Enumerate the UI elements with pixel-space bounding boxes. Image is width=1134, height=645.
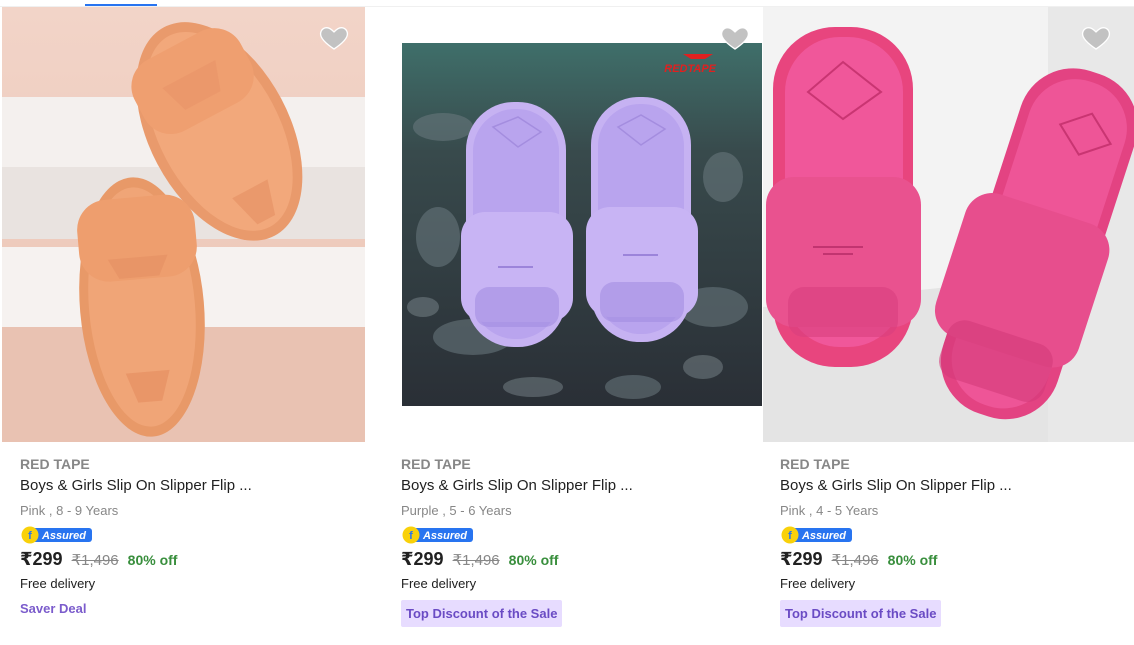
product-variant: Pink , 4 - 5 Years xyxy=(780,503,879,518)
svg-text:Assured: Assured xyxy=(41,530,86,542)
product-image[interactable] xyxy=(763,7,1134,442)
price-row: ₹299 ₹1,496 80% off xyxy=(780,549,1124,570)
selling-price: ₹299 xyxy=(401,549,444,569)
svg-text:Assured: Assured xyxy=(422,530,467,542)
deal-label: Saver Deal xyxy=(20,601,87,616)
delivery-info: Free delivery xyxy=(20,576,96,591)
price-row: ₹299 ₹1,496 80% off xyxy=(401,549,752,570)
wishlist-heart-icon[interactable] xyxy=(318,21,350,53)
product-title[interactable]: Boys & Girls Slip On Slipper Flip ... xyxy=(20,476,373,496)
product-title[interactable]: Boys & Girls Slip On Slipper Flip ... xyxy=(780,476,1124,496)
product-card[interactable]: REDTAPE RED TAPE Boys & Girls Slip On Sl… xyxy=(383,7,762,645)
delivery-info: Free delivery xyxy=(780,576,856,591)
assured-badge-icon: f Assured xyxy=(780,526,852,544)
product-brand: RED TAPE xyxy=(780,456,850,472)
product-image[interactable]: REDTAPE xyxy=(383,7,762,442)
product-title[interactable]: Boys & Girls Slip On Slipper Flip ... xyxy=(401,476,752,496)
discount-percent: 80% off xyxy=(887,552,938,568)
discount-percent: 80% off xyxy=(508,552,559,568)
svg-text:REDTAPE: REDTAPE xyxy=(664,63,716,75)
selling-price: ₹299 xyxy=(780,549,823,569)
product-image[interactable] xyxy=(2,7,365,442)
discount-percent: 80% off xyxy=(127,552,178,568)
selling-price: ₹299 xyxy=(20,549,63,569)
product-brand: RED TAPE xyxy=(401,456,471,472)
product-card[interactable]: RED TAPE Boys & Girls Slip On Slipper Fl… xyxy=(762,7,1134,645)
product-brand: RED TAPE xyxy=(20,456,90,472)
original-price: ₹1,496 xyxy=(71,552,119,569)
deal-badge: Top Discount of the Sale xyxy=(780,600,942,627)
product-grid: RED TAPE Boys & Girls Slip On Slipper Fl… xyxy=(0,7,1134,645)
assured-badge-icon: f Assured xyxy=(401,526,473,544)
active-tab-indicator xyxy=(85,4,157,6)
original-price: ₹1,496 xyxy=(831,552,879,569)
svg-text:f: f xyxy=(409,530,413,542)
product-variant: Pink , 8 - 9 Years xyxy=(20,503,119,518)
svg-text:f: f xyxy=(788,530,792,542)
assured-badge-icon: f Assured xyxy=(20,526,92,544)
wishlist-heart-icon[interactable] xyxy=(719,21,751,53)
svg-text:f: f xyxy=(28,530,32,542)
deal-badge: Top Discount of the Sale xyxy=(401,600,563,627)
product-variant: Purple , 5 - 6 Years xyxy=(401,503,512,518)
price-row: ₹299 ₹1,496 80% off xyxy=(20,549,373,570)
original-price: ₹1,496 xyxy=(452,552,500,569)
product-card[interactable]: RED TAPE Boys & Girls Slip On Slipper Fl… xyxy=(0,7,383,645)
wishlist-heart-icon[interactable] xyxy=(1080,21,1112,53)
delivery-info: Free delivery xyxy=(401,576,477,591)
svg-text:Assured: Assured xyxy=(801,530,846,542)
